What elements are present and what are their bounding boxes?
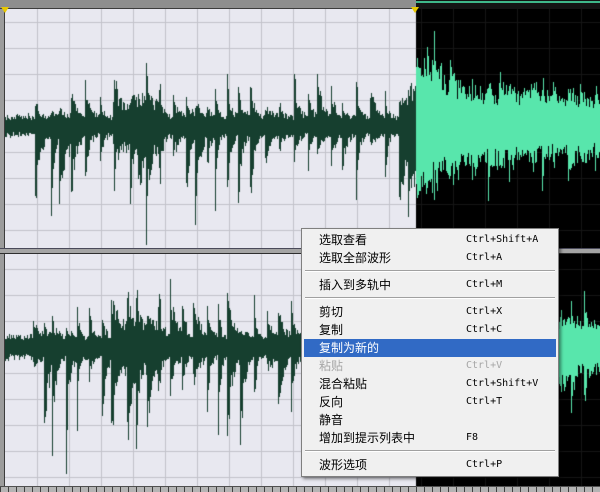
menu-item-select-entire-wave[interactable]: 选取全部波形 Ctrl+A [304, 249, 556, 267]
menu-item-shortcut: Ctrl+Shift+A [466, 234, 539, 245]
menu-item-shortcut: Ctrl+V [466, 360, 503, 371]
view-range-indicator [416, 1, 600, 3]
menu-item-label: 剪切 [319, 305, 344, 319]
menu-item-shortcut: Ctrl+T [466, 396, 503, 407]
menu-item-shortcut: Ctrl+Shift+V [466, 378, 539, 389]
context-menu: 选取查看 Ctrl+Shift+A 选取全部波形 Ctrl+A 插入到多轨中 C… [301, 228, 559, 477]
time-ruler[interactable] [0, 486, 600, 492]
menu-item-insert-into-multitrack[interactable]: 插入到多轨中 Ctrl+M [304, 276, 556, 294]
menu-item-label: 选取全部波形 [319, 251, 392, 265]
selection-end-marker-icon[interactable] [411, 7, 419, 13]
menu-item-label: 选取查看 [319, 233, 368, 247]
menu-item-reverse[interactable]: 反向 Ctrl+T [304, 393, 556, 411]
menu-item-copy-to-new[interactable]: 复制为新的 [304, 339, 556, 357]
menu-item-mix-paste[interactable]: 混合粘贴 Ctrl+Shift+V [304, 375, 556, 393]
menu-item-shortcut: Ctrl+P [466, 459, 503, 470]
menu-item-shortcut: Ctrl+A [466, 252, 503, 263]
waveform-top-bar [0, 0, 600, 9]
menu-item-paste[interactable]: 粘贴 Ctrl+V [304, 357, 556, 375]
selection-range-bar [0, 0, 416, 9]
menu-item-label: 插入到多轨中 [319, 278, 392, 292]
menu-item-cut[interactable]: 剪切 Ctrl+X [304, 303, 556, 321]
menu-item-wave-options[interactable]: 波形选项 Ctrl+P [304, 456, 556, 474]
menu-separator [304, 294, 556, 303]
menu-item-label: 复制 [319, 323, 344, 337]
menu-item-label: 复制为新的 [319, 341, 380, 355]
menu-item-shortcut: F8 [466, 432, 479, 443]
menu-item-label: 波形选项 [319, 458, 368, 472]
menu-item-shortcut: Ctrl+X [466, 306, 503, 317]
menu-item-label: 粘贴 [319, 359, 344, 373]
menu-item-label: 静音 [319, 413, 344, 427]
menu-item-shortcut: Ctrl+C [466, 324, 503, 335]
menu-item-copy[interactable]: 复制 Ctrl+C [304, 321, 556, 339]
selection-start-marker-icon[interactable] [1, 7, 9, 13]
menu-item-label: 混合粘贴 [319, 377, 368, 391]
menu-item-label: 反向 [319, 395, 344, 409]
menu-item-silence[interactable]: 静音 [304, 411, 556, 429]
menu-item-shortcut: Ctrl+M [466, 279, 503, 290]
menu-separator [304, 267, 556, 276]
menu-item-add-to-cue-list[interactable]: 增加到提示列表中 F8 [304, 429, 556, 447]
menu-item-label: 增加到提示列表中 [319, 431, 416, 445]
menu-separator [304, 447, 556, 456]
waveform-upper-channel[interactable] [5, 9, 600, 248]
menu-item-select-view[interactable]: 选取查看 Ctrl+Shift+A [304, 231, 556, 249]
